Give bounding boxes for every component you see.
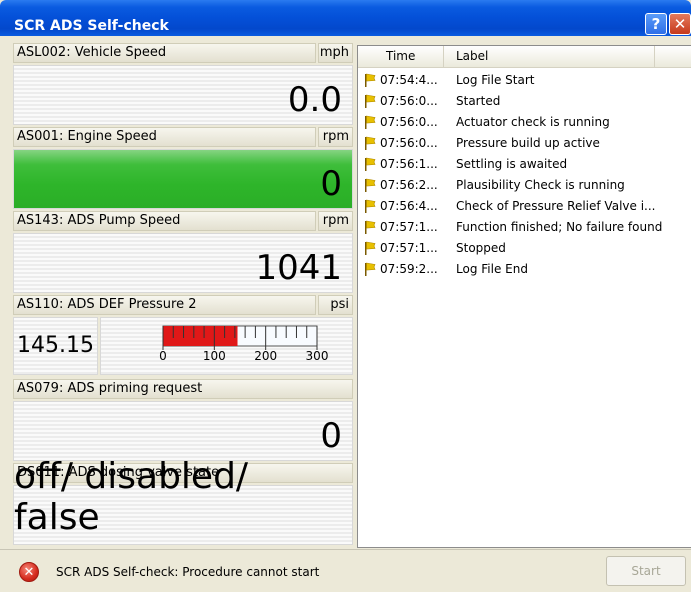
log-time: 07:56:0... <box>380 136 438 150</box>
gauge-unit: psi <box>318 295 353 315</box>
flag-icon <box>365 157 376 171</box>
gauge-header: AS079: ADS priming request <box>13 379 353 399</box>
gauge-display: 1041 <box>13 233 353 293</box>
log-label: Pressure build up active <box>456 136 600 150</box>
log-row[interactable]: 07:54:4... Log File Start <box>358 70 691 91</box>
log-row[interactable]: 07:56:0... Actuator check is running <box>358 112 691 133</box>
log-label: Settling is awaited <box>456 157 568 171</box>
gauge-header: AS001: Engine Speed rpm <box>13 127 353 147</box>
log-label: Function finished; No failure found <box>456 220 663 234</box>
flag-icon <box>365 136 376 150</box>
gauge-label: AS143: ADS Pump Speed <box>13 211 316 231</box>
log-header: Time Label <box>358 46 691 68</box>
tick-label: 300 <box>306 349 329 363</box>
help-button[interactable]: ? <box>645 13 667 35</box>
gauge-value: 0.0 <box>287 80 342 120</box>
log-label: Log File Start <box>456 73 535 87</box>
gauge-label: AS001: Engine Speed <box>13 127 316 147</box>
log-row[interactable]: 07:56:1... Settling is awaited <box>358 154 691 175</box>
window-client: ASL002: Vehicle Speed mph 0.0 AS001: Eng… <box>0 36 691 592</box>
gauge-value: 0 <box>320 164 342 204</box>
flag-icon <box>365 94 376 108</box>
log-row[interactable]: 07:57:1... Stopped <box>358 238 691 259</box>
gauge-display: 0 <box>13 401 353 461</box>
error-icon: ✕ <box>19 562 39 582</box>
status-separator <box>0 549 691 550</box>
log-time: 07:57:1... <box>380 220 438 234</box>
gauge-label: AS079: ADS priming request <box>13 379 353 399</box>
gauge-value: 0 <box>320 416 342 456</box>
log-time: 07:56:1... <box>380 157 438 171</box>
gauge-label: ASL002: Vehicle Speed <box>13 43 316 63</box>
flag-icon <box>365 262 376 276</box>
window-title: SCR ADS Self-check <box>14 18 169 34</box>
log-label: Log File End <box>456 262 528 276</box>
log-row[interactable]: 07:56:0... Pressure build up active <box>358 133 691 154</box>
log-time: 07:59:2... <box>380 262 438 276</box>
log-label: Stopped <box>456 241 506 255</box>
column-time-header[interactable]: Time <box>358 46 444 67</box>
gauge-header: AS143: ADS Pump Speed rpm <box>13 211 353 231</box>
log-row[interactable]: 07:56:0... Started <box>358 91 691 112</box>
gauge-label: AS110: ADS DEF Pressure 2 <box>13 295 316 315</box>
title-bar: SCR ADS Self-check ? ✕ <box>0 0 691 36</box>
log-time: 07:56:0... <box>380 94 438 108</box>
flag-icon <box>365 73 376 87</box>
log-time: 07:57:1... <box>380 241 438 255</box>
log-row[interactable]: 07:59:2... Log File End <box>358 259 691 280</box>
tick-label: 0 <box>159 349 167 363</box>
column-label-header[interactable]: Label <box>445 46 655 67</box>
log-label: Check of Pressure Relief Valve i... <box>456 199 656 213</box>
log-label: Started <box>456 94 501 108</box>
log-row[interactable]: 07:56:2... Plausibility Check is running <box>358 175 691 196</box>
start-button[interactable]: Start <box>606 556 686 586</box>
close-button[interactable]: ✕ <box>669 13 691 35</box>
gauge-display: 0 <box>13 149 353 209</box>
gauge-header: AS110: ADS DEF Pressure 2 psi <box>13 295 353 315</box>
log-list[interactable]: Time Label 07:54:4... Log File Start 07:56… <box>357 45 691 548</box>
gauge-value: 1041 <box>255 248 342 288</box>
flag-icon <box>365 220 376 234</box>
log-row[interactable]: 07:56:4... Check of Pressure Relief Valve… <box>358 196 691 217</box>
flag-icon <box>365 199 376 213</box>
gauge-display: 0.0 <box>13 65 353 125</box>
gauge-unit: rpm <box>318 211 353 231</box>
pressure-bar-svg: 0 100 200 300 <box>159 325 329 363</box>
tick-label: 200 <box>254 349 277 363</box>
log-time: 07:54:4... <box>380 73 438 87</box>
status-message: SCR ADS Self-check: Procedure cannot sta… <box>56 565 320 579</box>
log-row[interactable]: 07:57:1... Function finished; No failure … <box>358 217 691 238</box>
log-label: Plausibility Check is running <box>456 178 625 192</box>
gauge-unit: rpm <box>318 127 353 147</box>
gauge-value: 145.15 <box>13 317 98 375</box>
log-time: 07:56:0... <box>380 115 438 129</box>
flag-icon <box>365 241 376 255</box>
gauge-header: ASL002: Vehicle Speed mph <box>13 43 353 63</box>
gauge-unit: mph <box>318 43 353 63</box>
log-time: 07:56:2... <box>380 178 438 192</box>
gauge-value: off/ disabled/ false <box>14 456 249 538</box>
bar-fill <box>163 326 238 346</box>
tick-label: 100 <box>203 349 226 363</box>
log-label: Actuator check is running <box>456 115 610 129</box>
flag-icon <box>365 178 376 192</box>
flag-icon <box>365 115 376 129</box>
log-time: 07:56:4... <box>380 199 438 213</box>
gauge-display: off/ disabled/ false <box>13 456 353 545</box>
pressure-bar-gauge: 0 100 200 300 <box>100 317 353 375</box>
